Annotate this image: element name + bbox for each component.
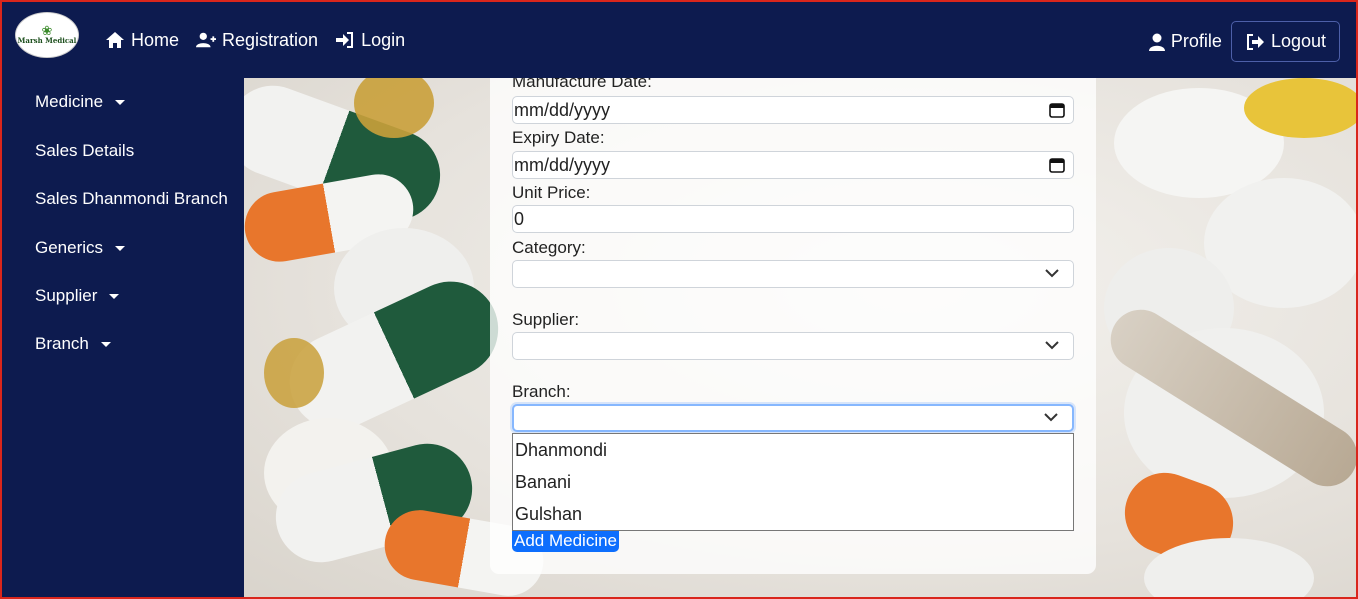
sidebar-item-label: Generics <box>35 238 104 257</box>
sign-out-icon <box>1246 33 1264 50</box>
app-window: Manufacture Date: mm/dd/yyyy Expiry Date… <box>0 0 1358 599</box>
branch-dropdown-list: Dhanmondi Banani Gulshan <box>512 433 1074 531</box>
expiry-date-input[interactable]: mm/dd/yyyy <box>512 151 1074 179</box>
branch-option-banani[interactable]: Banani <box>515 472 571 493</box>
branch-option-gulshan[interactable]: Gulshan <box>515 504 582 525</box>
category-select[interactable] <box>512 260 1074 288</box>
user-plus-icon <box>196 32 217 48</box>
branch-option-dhanmondi[interactable]: Dhanmondi <box>515 440 607 461</box>
supplier-select[interactable] <box>512 332 1074 360</box>
logout-label: Logout <box>1270 31 1326 51</box>
branch-select[interactable] <box>512 404 1074 432</box>
caret-down-icon <box>115 99 126 105</box>
sidebar-item-generics[interactable]: Generics <box>35 238 126 258</box>
branch-label: Branch: <box>512 382 571 401</box>
sidebar: Medicine Sales Details Sales Dhanmondi B… <box>2 78 244 597</box>
home-icon <box>106 32 124 48</box>
sign-in-icon <box>336 32 354 48</box>
nav-login-link[interactable]: Login <box>335 30 405 51</box>
nav-login-label: Login <box>361 29 406 50</box>
sidebar-item-label: Sales Details <box>35 141 135 160</box>
top-navbar: ❀ Marsh Medical Home Registration Login … <box>2 2 1356 78</box>
nav-profile-link[interactable]: Profile <box>1148 31 1222 52</box>
expiry-date-label: Expiry Date: <box>512 128 605 147</box>
supplier-label: Supplier: <box>512 310 580 329</box>
chevron-down-icon <box>1045 341 1059 350</box>
sidebar-item-label: Branch <box>35 334 89 353</box>
logout-button[interactable]: Logout <box>1230 21 1340 62</box>
nav-profile-label: Profile <box>1170 31 1222 51</box>
nav-registration-link[interactable]: Registration <box>196 30 318 51</box>
add-medicine-button[interactable]: Add Medicine <box>512 530 620 552</box>
manufacture-date-input[interactable]: mm/dd/yyyy <box>512 96 1074 124</box>
sidebar-item-label: Supplier <box>35 286 98 305</box>
sidebar-item-label: Sales Dhanmondi Branch <box>35 189 228 208</box>
sidebar-item-supplier[interactable]: Supplier <box>35 286 120 306</box>
caret-down-icon <box>115 245 126 251</box>
sidebar-item-branch[interactable]: Branch <box>35 334 111 354</box>
caret-down-icon <box>100 341 111 347</box>
calendar-icon[interactable] <box>1049 157 1065 173</box>
unit-price-value: 0 <box>514 208 525 229</box>
calendar-icon[interactable] <box>1049 102 1065 118</box>
sidebar-item-sales-details[interactable]: Sales Details <box>35 141 134 161</box>
nav-registration-label: Registration <box>222 29 319 50</box>
expiry-date-value: mm/dd/yyyy <box>514 154 611 175</box>
nav-home-link[interactable]: Home <box>105 30 179 51</box>
chevron-down-icon <box>1044 413 1058 422</box>
chevron-down-icon <box>1045 269 1059 278</box>
sidebar-item-label: Medicine <box>35 92 104 111</box>
brand-logo-text: Marsh Medical <box>17 36 77 45</box>
unit-price-input[interactable]: 0 <box>512 205 1074 233</box>
brand-logo[interactable]: ❀ Marsh Medical <box>15 12 79 58</box>
nav-home-label: Home <box>131 29 180 50</box>
category-label: Category: <box>512 238 586 257</box>
manufacture-date-value: mm/dd/yyyy <box>514 99 611 120</box>
caret-down-icon <box>109 293 120 299</box>
sidebar-item-sales-dhanmondi-branch[interactable]: Sales Dhanmondi Branch <box>35 189 228 209</box>
user-icon <box>1148 33 1165 51</box>
sidebar-item-medicine[interactable]: Medicine <box>35 92 126 112</box>
unit-price-label: Unit Price: <box>512 183 591 202</box>
